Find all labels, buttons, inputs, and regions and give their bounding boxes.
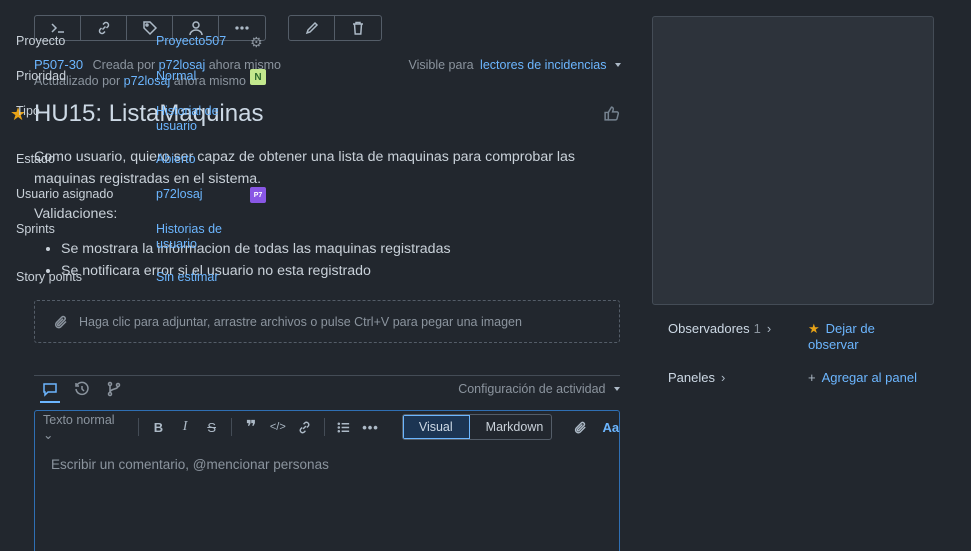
pencil-icon <box>305 21 318 35</box>
paperclip-icon <box>54 315 67 328</box>
boards-toggle[interactable]: Paneles › <box>668 370 725 385</box>
watchers-toggle[interactable]: Observadores 1 › <box>668 321 771 336</box>
boards-label: Paneles <box>668 370 715 385</box>
editor-mode-toggle: Visual Markdown <box>401 414 553 440</box>
bold-button[interactable]: B <box>145 415 172 439</box>
activity-config-label: Configuración de actividad <box>458 381 606 396</box>
visible-target[interactable]: lectores de incidencias <box>480 58 606 72</box>
link-icon <box>299 421 310 433</box>
text-style-select[interactable]: Texto normal ⌄ <box>43 413 124 442</box>
field-label: Usuario asignado <box>16 187 114 201</box>
divider <box>323 418 325 436</box>
priority-value[interactable]: Normal <box>156 69 238 84</box>
editor-toolbar: Texto normal ⌄ B I S ❞ </> ••• Visual Ma… <box>35 411 619 443</box>
activity-tabs: Configuración de actividad <box>34 375 620 403</box>
field-label: Tipo <box>16 104 40 118</box>
thumbs-up-icon <box>604 106 620 121</box>
text-style-label: Texto normal <box>43 412 115 427</box>
type-value[interactable]: Historial de usuario <box>156 104 238 134</box>
validations-list: Se mostrara la informacion de todas las … <box>61 238 624 282</box>
title-row: ★ HU15: ListaMaquinas <box>10 100 621 128</box>
chevron-down-icon: ⌄ <box>43 427 54 442</box>
watchers-label: Observadores <box>668 321 750 336</box>
description-paragraph: Como usuario, quiero ser capaz de obtene… <box>34 149 576 187</box>
visibility-selector[interactable]: Visible para lectores de incidencias <box>408 58 621 72</box>
comment-icon <box>43 382 57 397</box>
caret-down-icon <box>615 63 621 68</box>
quote-button[interactable]: ❞ <box>238 415 265 439</box>
field-label: Estado <box>16 152 55 166</box>
attachment-text: Haga clic para adjuntar, arrastre archiv… <box>79 314 522 329</box>
more-formatting-button[interactable]: ••• <box>357 415 384 439</box>
assignee-value[interactable]: p72losaj <box>156 187 238 202</box>
list-item: Se notificara error si el usuario no est… <box>61 260 624 282</box>
tab-development[interactable] <box>98 376 130 402</box>
issue-description[interactable]: Como usuario, quiero ser capaz de obtene… <box>34 146 624 282</box>
delete-button[interactable] <box>335 16 381 40</box>
status-value[interactable]: Abierto <box>156 152 238 167</box>
text-format-toggle[interactable]: Aa <box>602 420 619 435</box>
edit-button[interactable] <box>289 16 335 40</box>
link-icon <box>98 21 109 35</box>
star-icon: ★ <box>808 321 820 336</box>
add-to-board-label: Agregar al panel <box>821 370 917 385</box>
editor-extra-tools: Aa <box>566 415 619 439</box>
comment-input[interactable]: Escribir un comentario, @mencionar perso… <box>35 443 619 486</box>
add-to-board-button[interactable]: + Agregar al panel <box>808 370 918 386</box>
details-panel <box>652 16 934 305</box>
mode-visual-button[interactable]: Visual <box>402 415 470 439</box>
project-link[interactable]: Proyecto507 <box>156 34 238 49</box>
sprints-value[interactable]: Historias de usuario <box>156 222 238 252</box>
validations-heading: Validaciones: <box>34 206 118 222</box>
italic-button[interactable]: I <box>172 415 199 439</box>
mode-markdown-button[interactable]: Markdown <box>470 415 552 439</box>
gear-icon[interactable]: ⚙ <box>250 34 266 50</box>
field-label: Story points <box>16 270 83 284</box>
attachment-dropzone[interactable]: Haga clic para adjuntar, arrastre archiv… <box>34 300 620 343</box>
divider <box>138 418 140 436</box>
history-icon <box>75 381 89 395</box>
issue-meta: P507-30 Creada por p72losaj ahora mismo … <box>34 56 621 91</box>
caret-down-icon <box>614 387 620 392</box>
code-button[interactable]: </> <box>265 415 292 439</box>
activity-config-dropdown[interactable]: Configuración de actividad <box>458 382 620 396</box>
divider <box>230 418 232 436</box>
toolbar-group-edit <box>288 15 382 41</box>
link-button[interactable] <box>81 16 127 40</box>
visible-prefix: Visible para <box>408 57 474 72</box>
tab-history[interactable] <box>66 376 98 402</box>
bullet-list-icon <box>337 421 350 433</box>
plus-icon: + <box>808 370 816 385</box>
trash-icon <box>353 21 363 35</box>
watchers-count: 1 <box>753 321 761 336</box>
like-button[interactable] <box>603 105 621 123</box>
chevron-right-icon: › <box>766 321 772 336</box>
bullet-list-button[interactable] <box>331 415 358 439</box>
attach-file-button[interactable] <box>566 415 594 439</box>
tab-comments[interactable] <box>34 376 66 403</box>
story-points-value[interactable]: Sin estimar <box>156 270 238 285</box>
field-label: Prioridad <box>16 69 67 83</box>
stop-watching-button[interactable]: ★ Dejar de observar <box>808 321 918 353</box>
paperclip-icon <box>574 421 586 433</box>
strikethrough-button[interactable]: S <box>198 415 225 439</box>
insert-link-button[interactable] <box>291 415 318 439</box>
avatar: P7 <box>250 187 266 203</box>
list-item: Se mostrara la informacion de todas las … <box>61 238 624 260</box>
field-label: Sprints <box>16 222 55 236</box>
chevron-right-icon: › <box>720 370 726 385</box>
created-prefix: Creada por <box>92 58 156 72</box>
priority-badge-icon: N <box>250 69 266 85</box>
field-label: Proyecto <box>16 34 66 48</box>
branch-icon <box>107 381 121 396</box>
comment-editor: Texto normal ⌄ B I S ❞ </> ••• Visual Ma… <box>34 410 620 551</box>
